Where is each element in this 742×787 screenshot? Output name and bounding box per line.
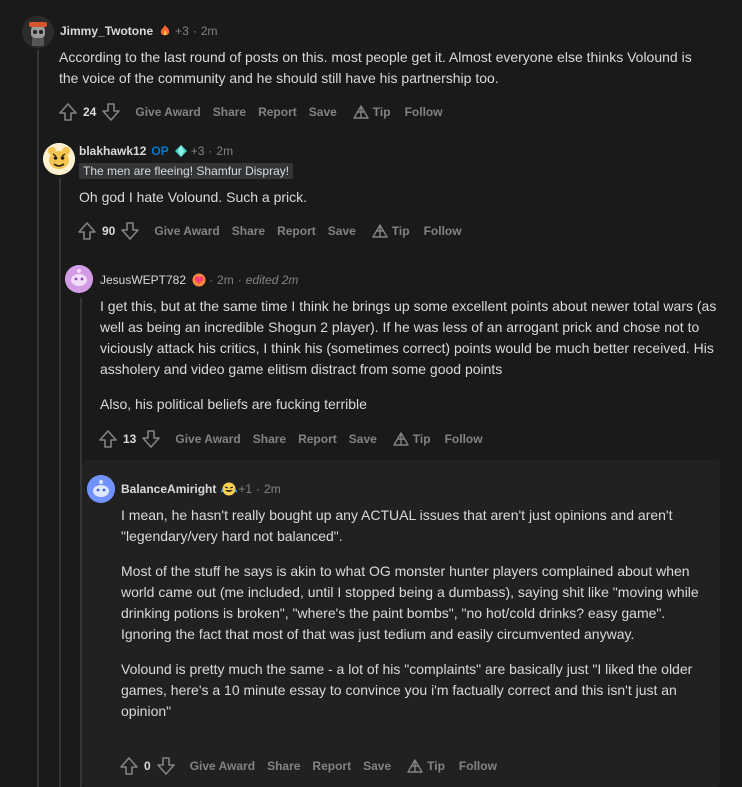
comment-paragraph: Most of the stuff he says is akin to wha… (121, 563, 699, 642)
karma-badge: +3 (190, 144, 205, 158)
tip-icon (372, 224, 388, 238)
report-button[interactable]: Report (298, 432, 337, 446)
comment-paragraph: According to the last round of posts on … (59, 49, 692, 86)
tip-icon (407, 759, 423, 773)
username[interactable]: BalanceAmiright (121, 482, 216, 496)
thread-line-1[interactable] (37, 50, 39, 787)
give-award-button[interactable]: Give Award (154, 224, 219, 238)
save-button[interactable]: Save (363, 759, 391, 773)
follow-button[interactable]: Follow (405, 105, 443, 119)
username[interactable]: Jimmy_Twotone (60, 24, 153, 38)
username[interactable]: blakhawk12 (79, 144, 146, 158)
tip-button[interactable]: Tip (393, 432, 431, 446)
downvote-icon[interactable] (139, 427, 163, 451)
upvote-icon[interactable] (75, 219, 99, 243)
report-button[interactable]: Report (277, 224, 316, 238)
comment-actions: 90 Give Award Share Report Save Tip Foll… (75, 219, 462, 243)
share-button[interactable]: Share (232, 224, 265, 238)
save-button[interactable]: Save (309, 105, 337, 119)
comment-actions: 0 Give Award Share Report Save Tip Follo… (117, 754, 497, 778)
comment-paragraph: Volound is pretty much the same - a lot … (121, 661, 693, 719)
upvote-icon[interactable] (117, 754, 141, 778)
comment-age[interactable]: 2m (264, 482, 281, 496)
edited-label: edited 2m (245, 273, 299, 287)
comment-actions: 24 Give Award Share Report Save Tip Foll… (56, 100, 443, 124)
tip-button[interactable]: Tip (353, 105, 391, 119)
avatar[interactable] (43, 143, 75, 175)
avatar[interactable] (22, 16, 54, 48)
comment-body: According to the last round of posts on … (59, 47, 699, 103)
vote-count: 90 (102, 224, 116, 238)
karma-badge: +1 (238, 482, 253, 496)
comment-actions: 13 Give Award Share Report Save Tip Foll… (96, 427, 483, 451)
username[interactable]: JesusWEPT782 (100, 273, 186, 287)
comment-age[interactable]: 2m (216, 144, 233, 158)
comment-paragraph: I get this, but at the same time I think… (100, 298, 717, 377)
tip-button[interactable]: Tip (372, 224, 410, 238)
share-button[interactable]: Share (267, 759, 300, 773)
user-flair: The men are fleeing! Shamfur Dispray! (79, 163, 294, 179)
comment-paragraph: Also, his political beliefs are fucking … (100, 396, 367, 412)
comment-body: Oh god I hate Volound. Such a prick. (79, 187, 699, 222)
comment-paragraph: Oh god I hate Volound. Such a prick. (79, 189, 308, 205)
save-button[interactable]: Save (328, 224, 356, 238)
vote-count: 24 (83, 105, 97, 119)
save-button[interactable]: Save (349, 432, 377, 446)
downvote-icon[interactable] (99, 100, 123, 124)
vote-count: 13 (123, 432, 137, 446)
report-button[interactable]: Report (258, 105, 297, 119)
comment-body: I mean, he hasn't really bought up any A… (121, 505, 721, 736)
tip-icon (353, 105, 369, 119)
comment-body: I get this, but at the same time I think… (100, 296, 720, 429)
upvote-icon[interactable] (56, 100, 80, 124)
follow-button[interactable]: Follow (424, 224, 462, 238)
heart-award-icon (191, 273, 206, 287)
thread-line-2[interactable] (59, 178, 61, 787)
give-award-button[interactable]: Give Award (135, 105, 200, 119)
comment-paragraph: I mean, he hasn't really bought up any A… (121, 507, 673, 544)
tip-button[interactable]: Tip (407, 759, 445, 773)
downvote-icon[interactable] (154, 754, 178, 778)
tip-icon (393, 432, 409, 446)
avatar[interactable] (65, 265, 93, 293)
follow-button[interactable]: Follow (459, 759, 497, 773)
share-button[interactable]: Share (213, 105, 246, 119)
avatar[interactable] (87, 475, 115, 503)
vote-count: 0 (144, 759, 151, 773)
downvote-icon[interactable] (118, 219, 142, 243)
diamond-icon (174, 144, 188, 158)
follow-button[interactable]: Follow (445, 432, 483, 446)
flame-award-icon (158, 24, 172, 38)
laughing-award-icon (221, 482, 238, 496)
comment-age[interactable]: 2m (217, 273, 234, 287)
report-button[interactable]: Report (312, 759, 351, 773)
give-award-button[interactable]: Give Award (190, 759, 255, 773)
upvote-icon[interactable] (96, 427, 120, 451)
op-badge: OP (151, 144, 169, 158)
comment-age[interactable]: 2m (201, 24, 218, 38)
share-button[interactable]: Share (253, 432, 286, 446)
give-award-button[interactable]: Give Award (175, 432, 240, 446)
karma-badge: +3 (175, 24, 189, 38)
